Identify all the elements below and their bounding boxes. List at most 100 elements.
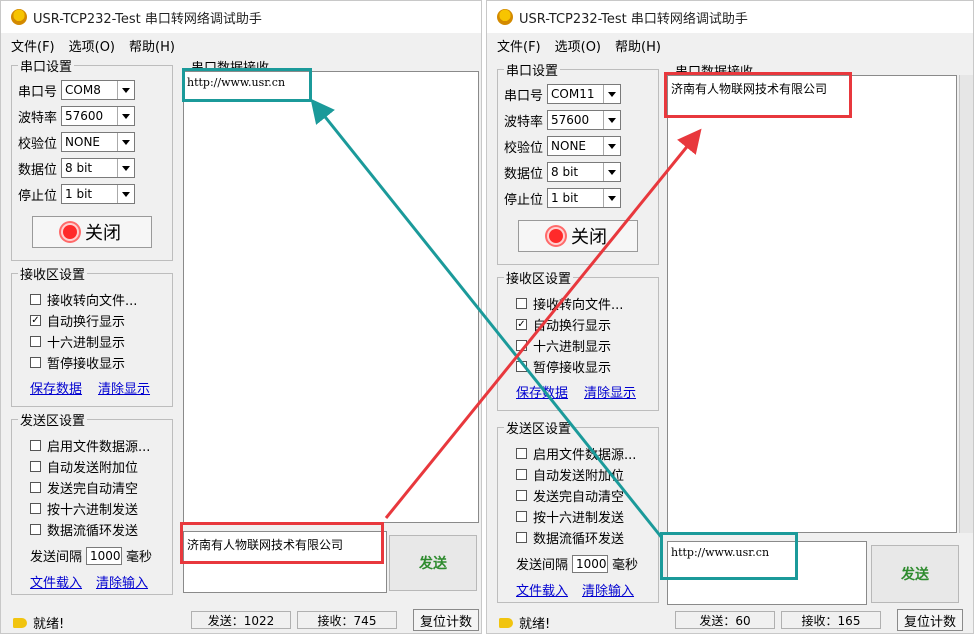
interval-input[interactable]: 1000 xyxy=(86,546,123,565)
port-label: 串口号 xyxy=(18,84,58,100)
interval-row: 发送间隔 1000 毫秒 xyxy=(516,554,638,573)
menubar: 文件(F) 选项(O) 帮助(H) xyxy=(1,35,481,55)
checkbox-icon xyxy=(516,361,527,372)
interval-row: 发送间隔 1000 毫秒 xyxy=(30,546,152,565)
stopbits-row: 停止位 1 bit xyxy=(504,188,622,208)
hex-display-checkbox[interactable]: 十六进制显示 xyxy=(30,332,125,351)
chevron-down-icon xyxy=(117,159,134,177)
send-textarea[interactable]: http://www.usr.cn xyxy=(667,541,867,605)
clear-input-link[interactable]: 清除输入 xyxy=(96,572,148,591)
parity-select[interactable]: NONE xyxy=(547,136,622,156)
recv-to-file-checkbox[interactable]: 接收转向文件... xyxy=(516,294,623,313)
auto-wrap-checkbox[interactable]: ✓ 自动换行显示 xyxy=(516,315,611,334)
serial-settings-group: 串口设置 串口号 COM11 波特率 57600 校验位 NONE 数据位 8 … xyxy=(497,60,659,265)
databits-select[interactable]: 8 bit xyxy=(61,158,136,178)
reset-count-button[interactable]: 复位计数 xyxy=(897,609,963,631)
port-select[interactable]: COM8 xyxy=(61,80,136,100)
status-led-icon xyxy=(549,229,563,243)
menu-file[interactable]: 文件(F) xyxy=(497,36,541,55)
menu-help[interactable]: 帮助(H) xyxy=(615,36,661,55)
checkbox-icon xyxy=(516,511,527,522)
loop-send-checkbox[interactable]: 数据流循环发送 xyxy=(516,528,624,547)
recv-textarea[interactable]: 济南有人物联网技术有限公司 xyxy=(667,75,957,533)
pause-recv-checkbox[interactable]: 暂停接收显示 xyxy=(516,357,611,376)
parity-label: 校验位 xyxy=(18,136,58,152)
group-label: 串口设置 xyxy=(504,60,561,79)
send-settings-group: 发送区设置 启用文件数据源... 自动发送附加位 发送完自动清空 按十六进制发送… xyxy=(11,410,173,595)
clear-display-link[interactable]: 清除显示 xyxy=(584,382,636,401)
clear-input-link[interactable]: 清除输入 xyxy=(582,580,634,599)
send-textarea[interactable]: 济南有人物联网技术有限公司 xyxy=(183,531,387,593)
menu-options[interactable]: 选项(O) xyxy=(69,36,115,55)
recv-count: 接收：165 xyxy=(781,611,881,629)
parity-select[interactable]: NONE xyxy=(61,132,136,152)
close-port-button[interactable]: 关闭 xyxy=(32,216,152,248)
status-ready: 就绪! xyxy=(13,613,64,632)
auto-clear-checkbox[interactable]: 发送完自动清空 xyxy=(516,486,624,505)
auto-append-checkbox[interactable]: 自动发送附加位 xyxy=(30,457,138,476)
status-led-icon xyxy=(63,225,77,239)
auto-clear-checkbox[interactable]: 发送完自动清空 xyxy=(30,478,138,497)
baud-label: 波特率 xyxy=(18,110,58,126)
port-label: 串口号 xyxy=(504,88,544,104)
baud-select[interactable]: 57600 xyxy=(547,110,622,130)
menu-options[interactable]: 选项(O) xyxy=(555,36,601,55)
databits-select[interactable]: 8 bit xyxy=(547,162,622,182)
hex-send-checkbox[interactable]: 按十六进制发送 xyxy=(30,499,138,518)
loop-send-checkbox[interactable]: 数据流循环发送 xyxy=(30,520,138,539)
parity-row: 校验位 NONE xyxy=(18,132,136,152)
hex-send-checkbox[interactable]: 按十六进制发送 xyxy=(516,507,624,526)
reset-count-button[interactable]: 复位计数 xyxy=(413,609,479,631)
checkbox-icon xyxy=(516,298,527,309)
save-data-link[interactable]: 保存数据 xyxy=(30,378,82,397)
chevron-down-icon xyxy=(603,163,620,181)
group-label: 发送区设置 xyxy=(18,410,88,429)
menu-file[interactable]: 文件(F) xyxy=(11,36,55,55)
checkbox-icon xyxy=(30,357,41,368)
send-button[interactable]: 发送 xyxy=(871,545,959,603)
parity-label: 校验位 xyxy=(504,140,544,156)
parity-row: 校验位 NONE xyxy=(504,136,622,156)
file-source-checkbox[interactable]: 启用文件数据源... xyxy=(516,444,636,463)
port-select[interactable]: COM11 xyxy=(547,84,622,104)
pause-recv-checkbox[interactable]: 暂停接收显示 xyxy=(30,353,125,372)
baud-label: 波特率 xyxy=(504,114,544,130)
interval-label: 发送间隔 xyxy=(516,558,569,573)
stopbits-label: 停止位 xyxy=(504,192,544,208)
recv-to-file-checkbox[interactable]: 接收转向文件... xyxy=(30,290,137,309)
recv-textarea[interactable]: http://www.usr.cn xyxy=(183,71,479,523)
checkmark-icon: ✓ xyxy=(516,318,527,330)
clear-display-link[interactable]: 清除显示 xyxy=(98,378,150,397)
sent-count: 发送：1022 xyxy=(191,611,291,629)
send-button[interactable]: 发送 xyxy=(389,535,477,591)
menu-help[interactable]: 帮助(H) xyxy=(129,36,175,55)
save-data-link[interactable]: 保存数据 xyxy=(516,382,568,401)
close-port-button[interactable]: 关闭 xyxy=(518,220,638,252)
statusbar: 就绪! 发送：1022 接收：745 复位计数 xyxy=(1,607,481,633)
load-file-link[interactable]: 文件载入 xyxy=(516,580,568,599)
left-titlebar: USR-TCP232-Test 串口转网络调试助手 xyxy=(1,1,481,33)
stopbits-select[interactable]: 1 bit xyxy=(61,184,136,204)
file-source-checkbox[interactable]: 启用文件数据源... xyxy=(30,436,150,455)
serial-settings-group: 串口设置 串口号 COM8 波特率 57600 校验位 NONE 数据位 8 b… xyxy=(11,56,173,261)
checkbox-icon xyxy=(516,490,527,501)
interval-input[interactable]: 1000 xyxy=(572,554,609,573)
auto-append-checkbox[interactable]: 自动发送附加位 xyxy=(516,465,624,484)
baud-row: 波特率 57600 xyxy=(18,106,136,126)
baud-row: 波特率 57600 xyxy=(504,110,622,130)
auto-wrap-checkbox[interactable]: ✓ 自动换行显示 xyxy=(30,311,125,330)
baud-select[interactable]: 57600 xyxy=(61,106,136,126)
databits-label: 数据位 xyxy=(504,166,544,182)
vertical-scrollbar[interactable] xyxy=(959,75,973,533)
stopbits-select[interactable]: 1 bit xyxy=(547,188,622,208)
load-file-link[interactable]: 文件载入 xyxy=(30,572,82,591)
stopbits-label: 停止位 xyxy=(18,188,58,204)
chevron-down-icon xyxy=(117,185,134,203)
window-title: USR-TCP232-Test 串口转网络调试助手 xyxy=(33,11,262,27)
right-app-window: USR-TCP232-Test 串口转网络调试助手 文件(F) 选项(O) 帮助… xyxy=(486,0,974,634)
group-label: 发送区设置 xyxy=(504,418,574,437)
hex-display-checkbox[interactable]: 十六进制显示 xyxy=(516,336,611,355)
checkbox-icon xyxy=(30,503,41,514)
checkbox-icon xyxy=(516,532,527,543)
status-ready: 就绪! xyxy=(499,613,550,632)
